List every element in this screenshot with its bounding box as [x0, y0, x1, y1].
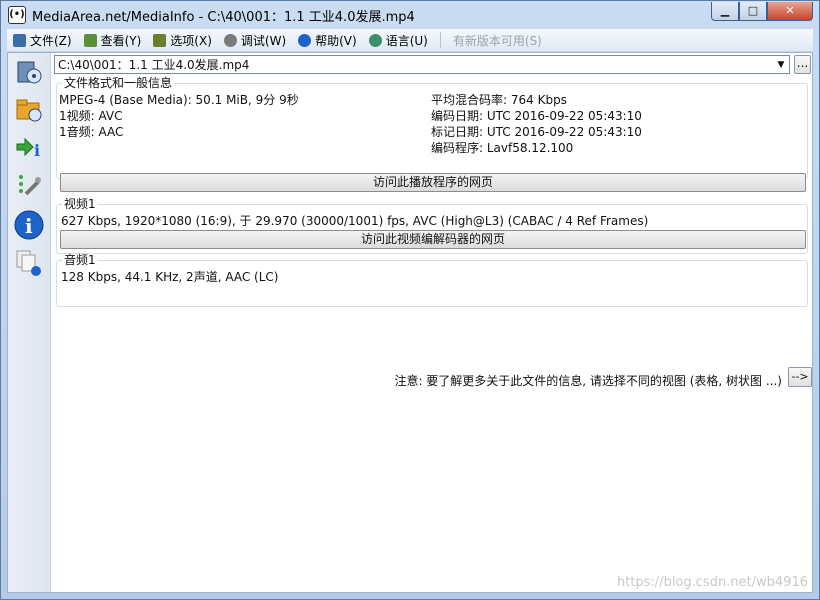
- menu-debug[interactable]: 调试(W): [218, 30, 292, 50]
- audio-title: 音频1: [62, 253, 98, 267]
- maximize-button[interactable]: □: [739, 2, 767, 21]
- audio-group: 音频1 128 Kbps, 44.1 KHz, 2声道, AAC (LC): [56, 254, 808, 307]
- svg-text:i: i: [34, 141, 40, 160]
- open-folder-icon: [16, 99, 42, 122]
- preferences-tool[interactable]: [13, 169, 45, 201]
- general-info-title: 文件格式和一般信息: [62, 76, 175, 90]
- menu-file[interactable]: 文件(Z): [7, 30, 78, 50]
- language-menu-icon: [368, 33, 382, 47]
- help-menu-icon: [298, 33, 312, 47]
- visit-codec-webpage-button[interactable]: 访问此视频编解码器的网页: [60, 230, 806, 249]
- chevron-down-icon[interactable]: ▼: [773, 56, 789, 73]
- menu-options-label: 选项(X): [170, 33, 212, 48]
- file-select[interactable]: C:\40\001：1.1 工业4.0发展.mp4 ▼: [54, 55, 790, 74]
- view-hint-note: 注意: 要了解更多关于此文件的信息, 请选择不同的视图 (表格, 树状图 ...…: [394, 374, 782, 388]
- menu-view-label: 查看(Y): [100, 33, 142, 48]
- mediainfo-window: (•) MediaArea.net/MediaInfo - C:\40\001：…: [0, 0, 820, 600]
- writing-application: 编码程序: Lavf58.12.100: [431, 141, 574, 155]
- encoded-date: 编码日期: UTC 2016-09-22 05:43:10: [431, 109, 642, 123]
- menu-language[interactable]: 语言(U): [363, 30, 434, 50]
- window-title: MediaArea.net/MediaInfo - C:\40\001：1.1 …: [32, 9, 415, 25]
- open-folder-tool[interactable]: [13, 93, 45, 125]
- next-view-button[interactable]: -->: [788, 367, 812, 387]
- title-bar: (•) MediaArea.net/MediaInfo - C:\40\001：…: [1, 1, 819, 29]
- menu-update-available: 有新版本可用(S): [452, 33, 542, 48]
- general-audio-count: 1音频: AAC: [59, 125, 124, 139]
- file-select-value: C:\40\001：1.1 工业4.0发展.mp4: [58, 58, 250, 72]
- menu-help[interactable]: 帮助(V): [292, 30, 363, 50]
- menu-separator: [439, 32, 441, 48]
- content-area: C:\40\001：1.1 工业4.0发展.mp4 ▼ ... 文件格式和一般信…: [52, 53, 812, 592]
- documents-icon: [16, 250, 41, 276]
- open-file-icon: [17, 61, 42, 84]
- options-menu-icon: [153, 33, 167, 47]
- general-video-count: 1视频: AVC: [59, 109, 123, 123]
- visit-player-webpage-button[interactable]: 访问此播放程序的网页: [60, 173, 806, 192]
- debug-menu-icon: [223, 33, 237, 47]
- audio-info: 128 Kbps, 44.1 KHz, 2声道, AAC (LC): [61, 270, 279, 284]
- browse-button[interactable]: ...: [794, 55, 811, 74]
- menu-options[interactable]: 选项(X): [147, 30, 218, 50]
- video-group: 视频1 627 Kbps, 1920*1080 (16:9), 于 29.970…: [56, 198, 808, 254]
- export-info-icon: i: [16, 137, 40, 160]
- view-menu-icon: [83, 33, 97, 47]
- watermark: https://blog.csdn.net/wb4916: [616, 575, 808, 590]
- menu-debug-label: 调试(W): [240, 33, 287, 48]
- app-icon: (•): [8, 6, 26, 24]
- general-info-group: 文件格式和一般信息 MPEG-4 (Base Media): 50.1 MiB,…: [56, 77, 808, 192]
- general-format-line: MPEG-4 (Base Media): 50.1 MiB, 9分 9秒: [59, 93, 299, 107]
- menu-help-label: 帮助(V): [315, 33, 357, 48]
- close-button[interactable]: ✕: [767, 2, 813, 21]
- video-title: 视频1: [62, 197, 98, 211]
- side-toolbar: i i: [8, 53, 51, 592]
- tagged-date: 标记日期: UTC 2016-09-22 05:43:10: [431, 125, 642, 139]
- file-menu-icon: [13, 33, 26, 47]
- export-tool[interactable]: i: [13, 131, 45, 163]
- menu-view[interactable]: 查看(Y): [78, 30, 148, 50]
- svg-text:i: i: [25, 214, 33, 238]
- video-info: 627 Kbps, 1920*1080 (16:9), 于 29.970 (30…: [61, 214, 649, 228]
- preferences-icon: [19, 175, 41, 196]
- about-tool[interactable]: i: [13, 209, 45, 241]
- open-file-tool[interactable]: [13, 55, 45, 87]
- minimize-button[interactable]: ▁: [711, 2, 739, 21]
- info-icon: i: [14, 210, 44, 240]
- menu-file-label: 文件(Z): [30, 33, 72, 48]
- client-area: i i C:\40\001：1.1 工业4.0发展.mp4 ▼ ... 文件格式…: [7, 52, 813, 593]
- menu-bar: 文件(Z) 查看(Y) 选项(X) 调试(W) 帮助(V) 语言(U) 有新版本…: [7, 29, 813, 52]
- sheet-view-tool[interactable]: [13, 247, 45, 279]
- window-controls: ▁ □ ✕: [711, 2, 813, 21]
- overall-bitrate: 平均混合码率: 764 Kbps: [431, 93, 567, 107]
- menu-language-label: 语言(U): [385, 33, 428, 48]
